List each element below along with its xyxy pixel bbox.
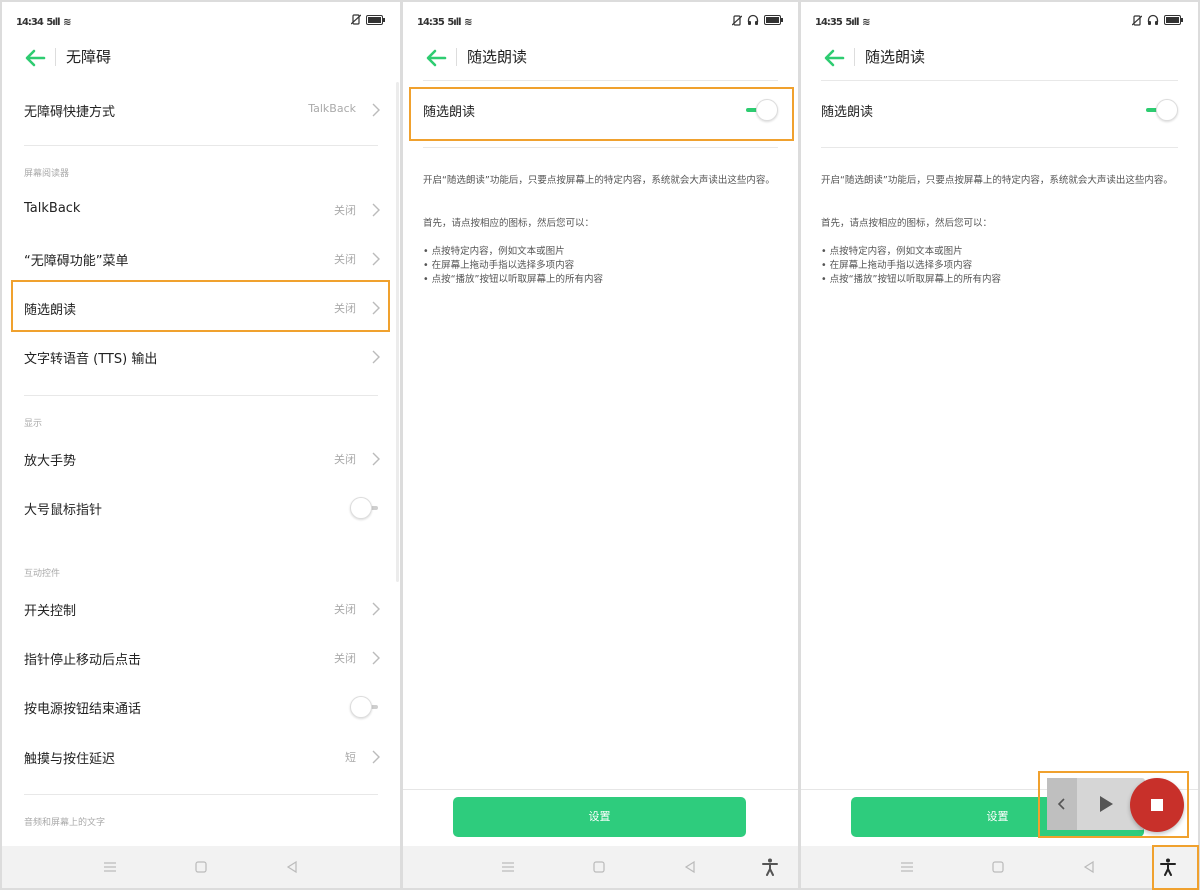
chevron-right-icon	[372, 602, 380, 616]
stop-button[interactable]	[1130, 778, 1184, 832]
app-header: 随选朗读	[801, 38, 1198, 78]
headphones-icon	[1147, 14, 1159, 26]
row-accessibility-shortcut[interactable]: 无障碍快捷方式 TalkBack	[2, 86, 400, 134]
row-power-ends-call[interactable]: 按电源按钮结束通话	[2, 683, 400, 731]
wifi-icon: ≋	[862, 17, 869, 28]
app-header: 随选朗读	[403, 38, 798, 78]
row-select-to-speak-toggle[interactable]: 随选朗读	[403, 86, 798, 134]
large-pointer-toggle[interactable]	[350, 497, 380, 519]
row-touch-hold-delay[interactable]: 触摸与按住延迟 短	[2, 733, 400, 781]
accessibility-icon[interactable]	[1159, 858, 1177, 876]
page-title: 随选朗读	[467, 46, 527, 67]
back-triangle-icon[interactable]	[1081, 859, 1097, 875]
accessibility-settings-screen: 14:34 5ıll ≋ 无障碍 无障碍快捷方式 TalkBack 屏幕阅读器 …	[2, 2, 400, 888]
wifi-icon: ≋	[63, 17, 70, 28]
signal-indicator: 5ıll	[845, 17, 858, 28]
select-to-speak-active-screen: 14:35 5ıll ≋ 随选朗读 随选朗读 开启“随选朗读”功能后，只要点按屏…	[801, 2, 1198, 888]
select-to-speak-screen: 14:35 5ıll ≋ 随选朗读 随选朗读 开启“随选朗读”功能后，只要点按屏…	[403, 2, 798, 888]
battery-icon	[764, 15, 784, 25]
chevron-right-icon	[372, 252, 380, 266]
row-dwell-click[interactable]: 指针停止移动后点击 关闭	[2, 634, 400, 682]
navigation-bar	[2, 846, 400, 888]
row-large-pointer[interactable]: 大号鼠标指针	[2, 484, 400, 532]
home-icon[interactable]	[193, 859, 209, 875]
select-to-speak-toggle[interactable]	[1146, 99, 1176, 121]
row-select-to-speak[interactable]: 随选朗读 关闭	[2, 284, 400, 332]
menu-icon[interactable]	[500, 859, 516, 875]
vibrate-off-icon	[1132, 15, 1142, 26]
power-ends-call-toggle[interactable]	[350, 696, 380, 718]
instruction-intro: 首先，请点按相应的图标，然后您可以：	[423, 217, 778, 231]
instruction-bullet: • 点按“播放”按钮以听取屏幕上的所有内容	[423, 273, 778, 287]
section-interaction: 互动控件	[24, 566, 60, 579]
navigation-bar	[801, 846, 1198, 888]
instruction-bullet: • 在屏幕上拖动手指以选择多项内容	[423, 259, 778, 273]
status-time: 14:35	[815, 17, 842, 28]
accessibility-icon[interactable]	[761, 858, 779, 876]
section-screen-reader: 屏幕阅读器	[24, 166, 69, 179]
chevron-right-icon	[372, 203, 380, 217]
status-bar: 14:35 5ıll ≋	[403, 2, 798, 38]
menu-icon[interactable]	[899, 859, 915, 875]
chevron-right-icon	[372, 651, 380, 665]
section-audio-text: 音频和屏幕上的文字	[24, 815, 105, 828]
home-icon[interactable]	[591, 859, 607, 875]
signal-indicator: 5ıll	[447, 17, 460, 28]
settings-button[interactable]: 设置	[453, 797, 746, 837]
section-display: 显示	[24, 416, 42, 429]
row-accessibility-menu[interactable]: “无障碍功能”菜单 关闭	[2, 235, 400, 283]
play-icon[interactable]	[1097, 795, 1115, 813]
stop-icon	[1151, 799, 1163, 811]
headphones-icon	[747, 14, 759, 26]
instruction-intro: 首先，请点按相应的图标，然后您可以：	[821, 217, 1178, 231]
select-to-speak-toggle[interactable]	[746, 99, 776, 121]
back-arrow-icon[interactable]	[823, 48, 845, 68]
row-magnification[interactable]: 放大手势 关闭	[2, 435, 400, 483]
page-title: 无障碍	[66, 46, 111, 67]
collapse-button[interactable]	[1047, 778, 1077, 830]
back-triangle-icon[interactable]	[682, 859, 698, 875]
chevron-right-icon	[372, 750, 380, 764]
feature-description: 开启“随选朗读”功能后，只要点按屏幕上的特定内容，系统就会大声读出这些内容。	[821, 174, 1178, 188]
row-tts-output[interactable]: 文字转语音 (TTS) 输出	[2, 333, 400, 381]
instruction-bullet: • 在屏幕上拖动手指以选择多项内容	[821, 259, 1178, 273]
status-bar: 14:34 5ıll ≋	[2, 2, 400, 38]
vibrate-off-icon	[351, 14, 361, 25]
chevron-right-icon	[372, 103, 380, 117]
row-talkback[interactable]: TalkBack 关闭	[2, 186, 400, 234]
instruction-bullet: • 点按特定内容，例如文本或图片	[821, 245, 1178, 259]
chevron-right-icon	[372, 301, 380, 315]
chevron-right-icon	[372, 452, 380, 466]
app-header: 无障碍	[2, 38, 400, 78]
signal-indicator: 5ıll	[46, 17, 59, 28]
chevron-right-icon	[372, 350, 380, 364]
instruction-bullet: • 点按“播放”按钮以听取屏幕上的所有内容	[821, 273, 1178, 287]
back-arrow-icon[interactable]	[24, 48, 46, 68]
vibrate-off-icon	[732, 15, 742, 26]
row-select-to-speak-toggle[interactable]: 随选朗读	[801, 86, 1198, 134]
footer: 设置	[403, 789, 798, 846]
instruction-bullet: • 点按特定内容，例如文本或图片	[423, 245, 778, 259]
menu-icon[interactable]	[102, 859, 118, 875]
wifi-icon: ≋	[464, 17, 471, 28]
status-time: 14:35	[417, 17, 444, 28]
row-switch-access[interactable]: 开关控制 关闭	[2, 585, 400, 633]
chevron-left-icon	[1057, 798, 1067, 810]
battery-icon	[1164, 15, 1184, 25]
scrollbar[interactable]	[396, 82, 399, 582]
battery-icon	[366, 15, 386, 25]
page-title: 随选朗读	[865, 46, 925, 67]
status-bar: 14:35 5ıll ≋	[801, 2, 1198, 38]
navigation-bar	[403, 846, 798, 888]
status-time: 14:34	[16, 17, 43, 28]
back-arrow-icon[interactable]	[425, 48, 447, 68]
back-triangle-icon[interactable]	[284, 859, 300, 875]
feature-description: 开启“随选朗读”功能后，只要点按屏幕上的特定内容，系统就会大声读出这些内容。	[423, 174, 778, 188]
home-icon[interactable]	[990, 859, 1006, 875]
